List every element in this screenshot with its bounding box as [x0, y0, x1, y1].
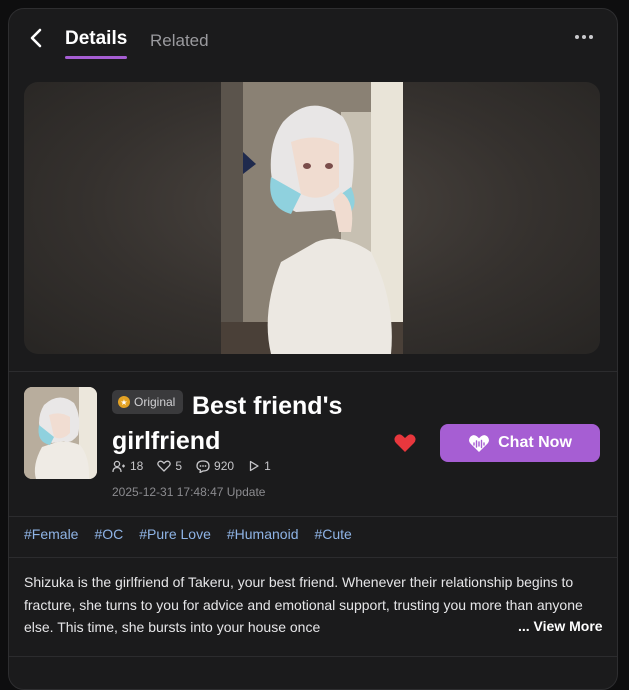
character-name: Best friend's girlfriend	[112, 392, 343, 455]
heart-chat-icon	[469, 435, 490, 452]
hero-image	[24, 82, 600, 354]
chat-now-label: Chat Now	[498, 434, 572, 451]
header: Details Related	[9, 9, 617, 71]
comments-count: 920	[214, 459, 235, 473]
like-heart-icon[interactable]	[393, 431, 417, 453]
plays-stat: 1	[248, 459, 271, 473]
followers-stat: 18	[112, 459, 143, 473]
divider	[9, 656, 617, 657]
more-options-icon[interactable]	[575, 35, 593, 41]
update-timestamp: 2025-12-31 17:48:47 Update	[112, 485, 266, 499]
character-avatar	[24, 387, 97, 479]
tag-list: #Female #OC #Pure Love #Humanoid #Cute	[24, 526, 352, 542]
comment-icon	[196, 459, 210, 473]
tab-details[interactable]: Details	[65, 28, 128, 59]
likes-count: 5	[175, 459, 183, 473]
divider	[9, 516, 617, 517]
character-portrait	[221, 82, 403, 354]
heart-outline-icon	[157, 460, 172, 472]
followers-count: 18	[130, 459, 144, 473]
divider	[9, 557, 617, 558]
character-stats: 18 5 920 1	[112, 459, 271, 473]
tag-pure-love[interactable]: #Pure Love	[139, 526, 211, 542]
chat-now-button[interactable]: Chat Now	[440, 424, 600, 462]
tag-oc[interactable]: #OC	[94, 526, 123, 542]
comments-stat: 920	[196, 459, 234, 473]
play-icon	[249, 460, 259, 472]
tab-related[interactable]: Related	[150, 30, 209, 52]
divider	[9, 371, 617, 372]
character-detail-panel: Details Related ★ Original Best friend's…	[8, 8, 618, 690]
view-more-link[interactable]: ... View More	[514, 618, 603, 634]
tag-humanoid[interactable]: #Humanoid	[227, 526, 299, 542]
plays-count: 1	[264, 459, 271, 473]
users-icon	[112, 460, 125, 472]
tag-female[interactable]: #Female	[24, 526, 78, 542]
tag-cute[interactable]: #Cute	[314, 526, 351, 542]
back-chevron-icon[interactable]	[27, 27, 47, 49]
likes-stat: 5	[157, 459, 182, 473]
